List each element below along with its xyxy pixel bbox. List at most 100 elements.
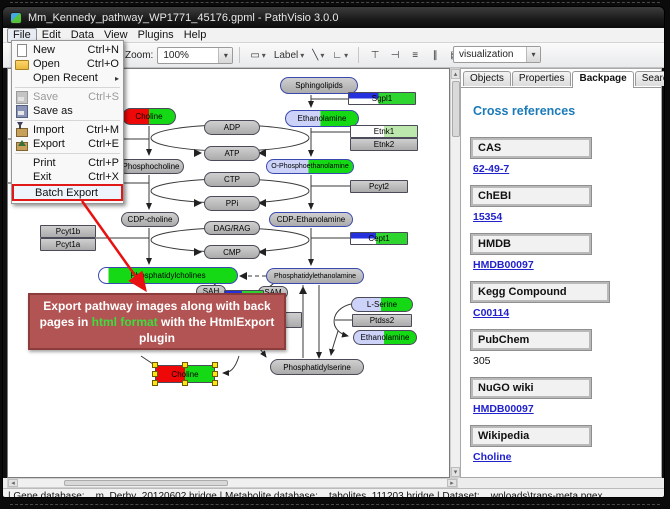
pathway-node-ethanolamine[interactable]: Ethanolamine bbox=[285, 110, 359, 127]
xref-link-wikipedia[interactable]: Choline bbox=[473, 451, 651, 463]
xref-link-chebi[interactable]: 15354 bbox=[473, 211, 651, 223]
xref-link-nugo-wiki[interactable]: HMDB00097 bbox=[473, 403, 651, 415]
node-label: CDP-choline bbox=[128, 215, 173, 224]
chevron-down-icon[interactable]: ▾ bbox=[344, 51, 348, 60]
canvas-horizontal-scrollbar[interactable]: ◂ ▸ bbox=[7, 478, 458, 488]
align-middle-icon[interactable]: ⊣ bbox=[386, 46, 404, 64]
chevron-down-icon[interactable]: ▾ bbox=[526, 47, 540, 62]
pathway-node-cdp-choline[interactable]: CDP-choline bbox=[121, 212, 179, 227]
align-center-icon[interactable]: ⊤ bbox=[366, 46, 384, 64]
pathway-node-pcyt2[interactable]: Pcyt2 bbox=[350, 180, 408, 193]
pathway-node-l-serine[interactable]: L-Serine bbox=[351, 297, 413, 312]
pathway-node-ctp[interactable]: CTP bbox=[204, 172, 260, 187]
pathway-node-pcyt1a[interactable]: Pcyt1a bbox=[40, 238, 96, 251]
connector-tool[interactable]: ∟▾ bbox=[329, 46, 351, 64]
chevron-down-icon[interactable]: ▾ bbox=[300, 51, 304, 60]
pathway-node-atp[interactable]: ATP bbox=[204, 146, 260, 161]
scroll-up-icon[interactable]: ▴ bbox=[451, 69, 460, 79]
pathway-node-phosphatidylethanolamine[interactable]: Phosphatidylethanolamine bbox=[266, 268, 364, 284]
pathway-node-phosphocholine[interactable]: Phosphocholine bbox=[118, 159, 184, 174]
xref-link-cas[interactable]: 62-49-7 bbox=[473, 163, 651, 175]
screen-artifact-top bbox=[10, 2, 660, 3]
xref-header-wikipedia: Wikipedia bbox=[471, 426, 591, 446]
selection-handle[interactable] bbox=[182, 380, 188, 386]
menu-item-shortcut: Ctrl+X bbox=[88, 171, 119, 183]
datanode-tool-glyph: ▭ bbox=[250, 50, 259, 61]
pathway-node-cept1[interactable]: Cept1 bbox=[350, 232, 408, 245]
node-label: Pcyt2 bbox=[369, 182, 389, 191]
horizontal-scroll-thumb[interactable] bbox=[64, 480, 228, 486]
zoom-combobox[interactable]: 100% ▾ bbox=[157, 47, 233, 64]
node-label: O-Phosphoethanolamine bbox=[271, 163, 348, 170]
file-menu-item-import[interactable]: ImportCtrl+M bbox=[12, 123, 123, 137]
node-label: Choline bbox=[135, 112, 162, 121]
selection-handle[interactable] bbox=[152, 380, 158, 386]
vertical-scroll-thumb[interactable] bbox=[452, 81, 460, 137]
stack-rows-icon[interactable]: ≡ bbox=[406, 46, 424, 64]
file-menu-item-exit[interactable]: ExitCtrl+X bbox=[12, 170, 123, 184]
node-label: Pcyt1a bbox=[56, 240, 80, 249]
file-menu-item-save[interactable]: SaveCtrl+S bbox=[12, 90, 123, 104]
pathway-node-sgpl1[interactable]: Sgpl1 bbox=[348, 92, 416, 105]
file-menu-item-batch-export[interactable]: Batch Export bbox=[12, 184, 123, 201]
menu-item-shortcut: Ctrl+E bbox=[88, 138, 119, 150]
line-tool[interactable]: ╲▾ bbox=[309, 46, 327, 64]
label-tool[interactable]: Label▾ bbox=[271, 46, 307, 64]
tab-search[interactable]: Search bbox=[635, 71, 665, 86]
scroll-right-icon[interactable]: ▸ bbox=[447, 479, 457, 487]
selection-handle[interactable] bbox=[212, 371, 218, 377]
tab-properties[interactable]: Properties bbox=[512, 71, 572, 86]
file-menu-item-new[interactable]: NewCtrl+N bbox=[12, 43, 123, 57]
pathway-node-adp[interactable]: ADP bbox=[204, 120, 260, 135]
pathway-node-phosphatidylcholines[interactable]: Phosphatidylcholines bbox=[98, 267, 238, 284]
menubar-item-help[interactable]: Help bbox=[179, 29, 212, 42]
scroll-down-icon[interactable]: ▾ bbox=[451, 467, 460, 477]
tab-objects[interactable]: Objects bbox=[463, 71, 511, 86]
pathway-node-cdp-ethanolamine[interactable]: CDP-Ethanolamine bbox=[269, 212, 353, 227]
menu-item-label: New bbox=[33, 44, 82, 56]
cross-references-heading: Cross references bbox=[473, 104, 651, 118]
selection-handle[interactable] bbox=[212, 380, 218, 386]
pathway-node-etnk2[interactable]: Etnk2 bbox=[350, 138, 418, 151]
menubar-item-plugins[interactable]: Plugins bbox=[133, 29, 179, 42]
file-menu-item-export[interactable]: ExportCtrl+E bbox=[12, 137, 123, 151]
chevron-down-icon[interactable]: ▾ bbox=[218, 48, 232, 63]
xref-link-kegg-compound[interactable]: C00114 bbox=[473, 307, 651, 319]
file-menu-item-open-recent[interactable]: Open Recent▸ bbox=[12, 71, 123, 85]
file-menu-item-open[interactable]: OpenCtrl+O bbox=[12, 57, 123, 71]
pathway-node-cmp[interactable]: CMP bbox=[204, 245, 260, 259]
pathway-node-phosphatidylserine[interactable]: Phosphatidylserine bbox=[270, 359, 364, 375]
chevron-down-icon[interactable]: ▾ bbox=[262, 51, 266, 60]
title-bar[interactable]: Mm_Kennedy_pathway_WP1771_45176.gpml - P… bbox=[3, 7, 664, 28]
xref-header-pubchem: PubChem bbox=[471, 330, 591, 350]
selection-handle[interactable] bbox=[212, 362, 218, 368]
stack-columns-icon[interactable]: ∥ bbox=[426, 46, 444, 64]
scroll-left-icon[interactable]: ◂ bbox=[8, 479, 18, 487]
pathway-node-pcyt1b[interactable]: Pcyt1b bbox=[40, 225, 96, 238]
pathway-node-ppi[interactable]: PPi bbox=[204, 196, 260, 211]
no-icon bbox=[17, 187, 31, 199]
visualization-combobox[interactable]: visualization ▾ bbox=[453, 46, 541, 63]
pathway-node-ethanolamine[interactable]: Ethanolamine bbox=[353, 330, 417, 345]
node-label: Sphingolipids bbox=[295, 81, 343, 90]
app-icon bbox=[10, 12, 22, 24]
status-bar: | Gene database: ...m_Derby_20120602.bri… bbox=[3, 488, 664, 498]
menu-item-label: Batch Export bbox=[35, 187, 111, 199]
pathway-node-o-phosphoethanolamine[interactable]: O-Phosphoethanolamine bbox=[266, 159, 354, 174]
selection-handle[interactable] bbox=[182, 362, 188, 368]
pathway-node-dag-rag[interactable]: DAG/RAG bbox=[204, 221, 260, 235]
selection-handle[interactable] bbox=[152, 362, 158, 368]
new-icon bbox=[15, 44, 29, 56]
pathway-node-etnk1[interactable]: Etnk1 bbox=[350, 125, 418, 138]
chevron-down-icon[interactable]: ▾ bbox=[320, 51, 324, 60]
tab-backpage[interactable]: Backpage bbox=[572, 71, 633, 88]
pathway-node-choline[interactable]: Choline bbox=[122, 108, 176, 125]
file-menu-item-save-as[interactable]: Save as bbox=[12, 104, 123, 118]
pathway-node-ptdss2[interactable]: Ptdss2 bbox=[352, 314, 412, 327]
xref-link-hmdb[interactable]: HMDB00097 bbox=[473, 259, 651, 271]
node-label: Choline bbox=[171, 370, 198, 379]
file-menu-item-print[interactable]: PrintCtrl+P bbox=[12, 156, 123, 170]
datanode-tool[interactable]: ▭▾ bbox=[247, 46, 268, 64]
pathway-node-sphingolipids[interactable]: Sphingolipids bbox=[280, 77, 358, 94]
selection-handle[interactable] bbox=[152, 371, 158, 377]
